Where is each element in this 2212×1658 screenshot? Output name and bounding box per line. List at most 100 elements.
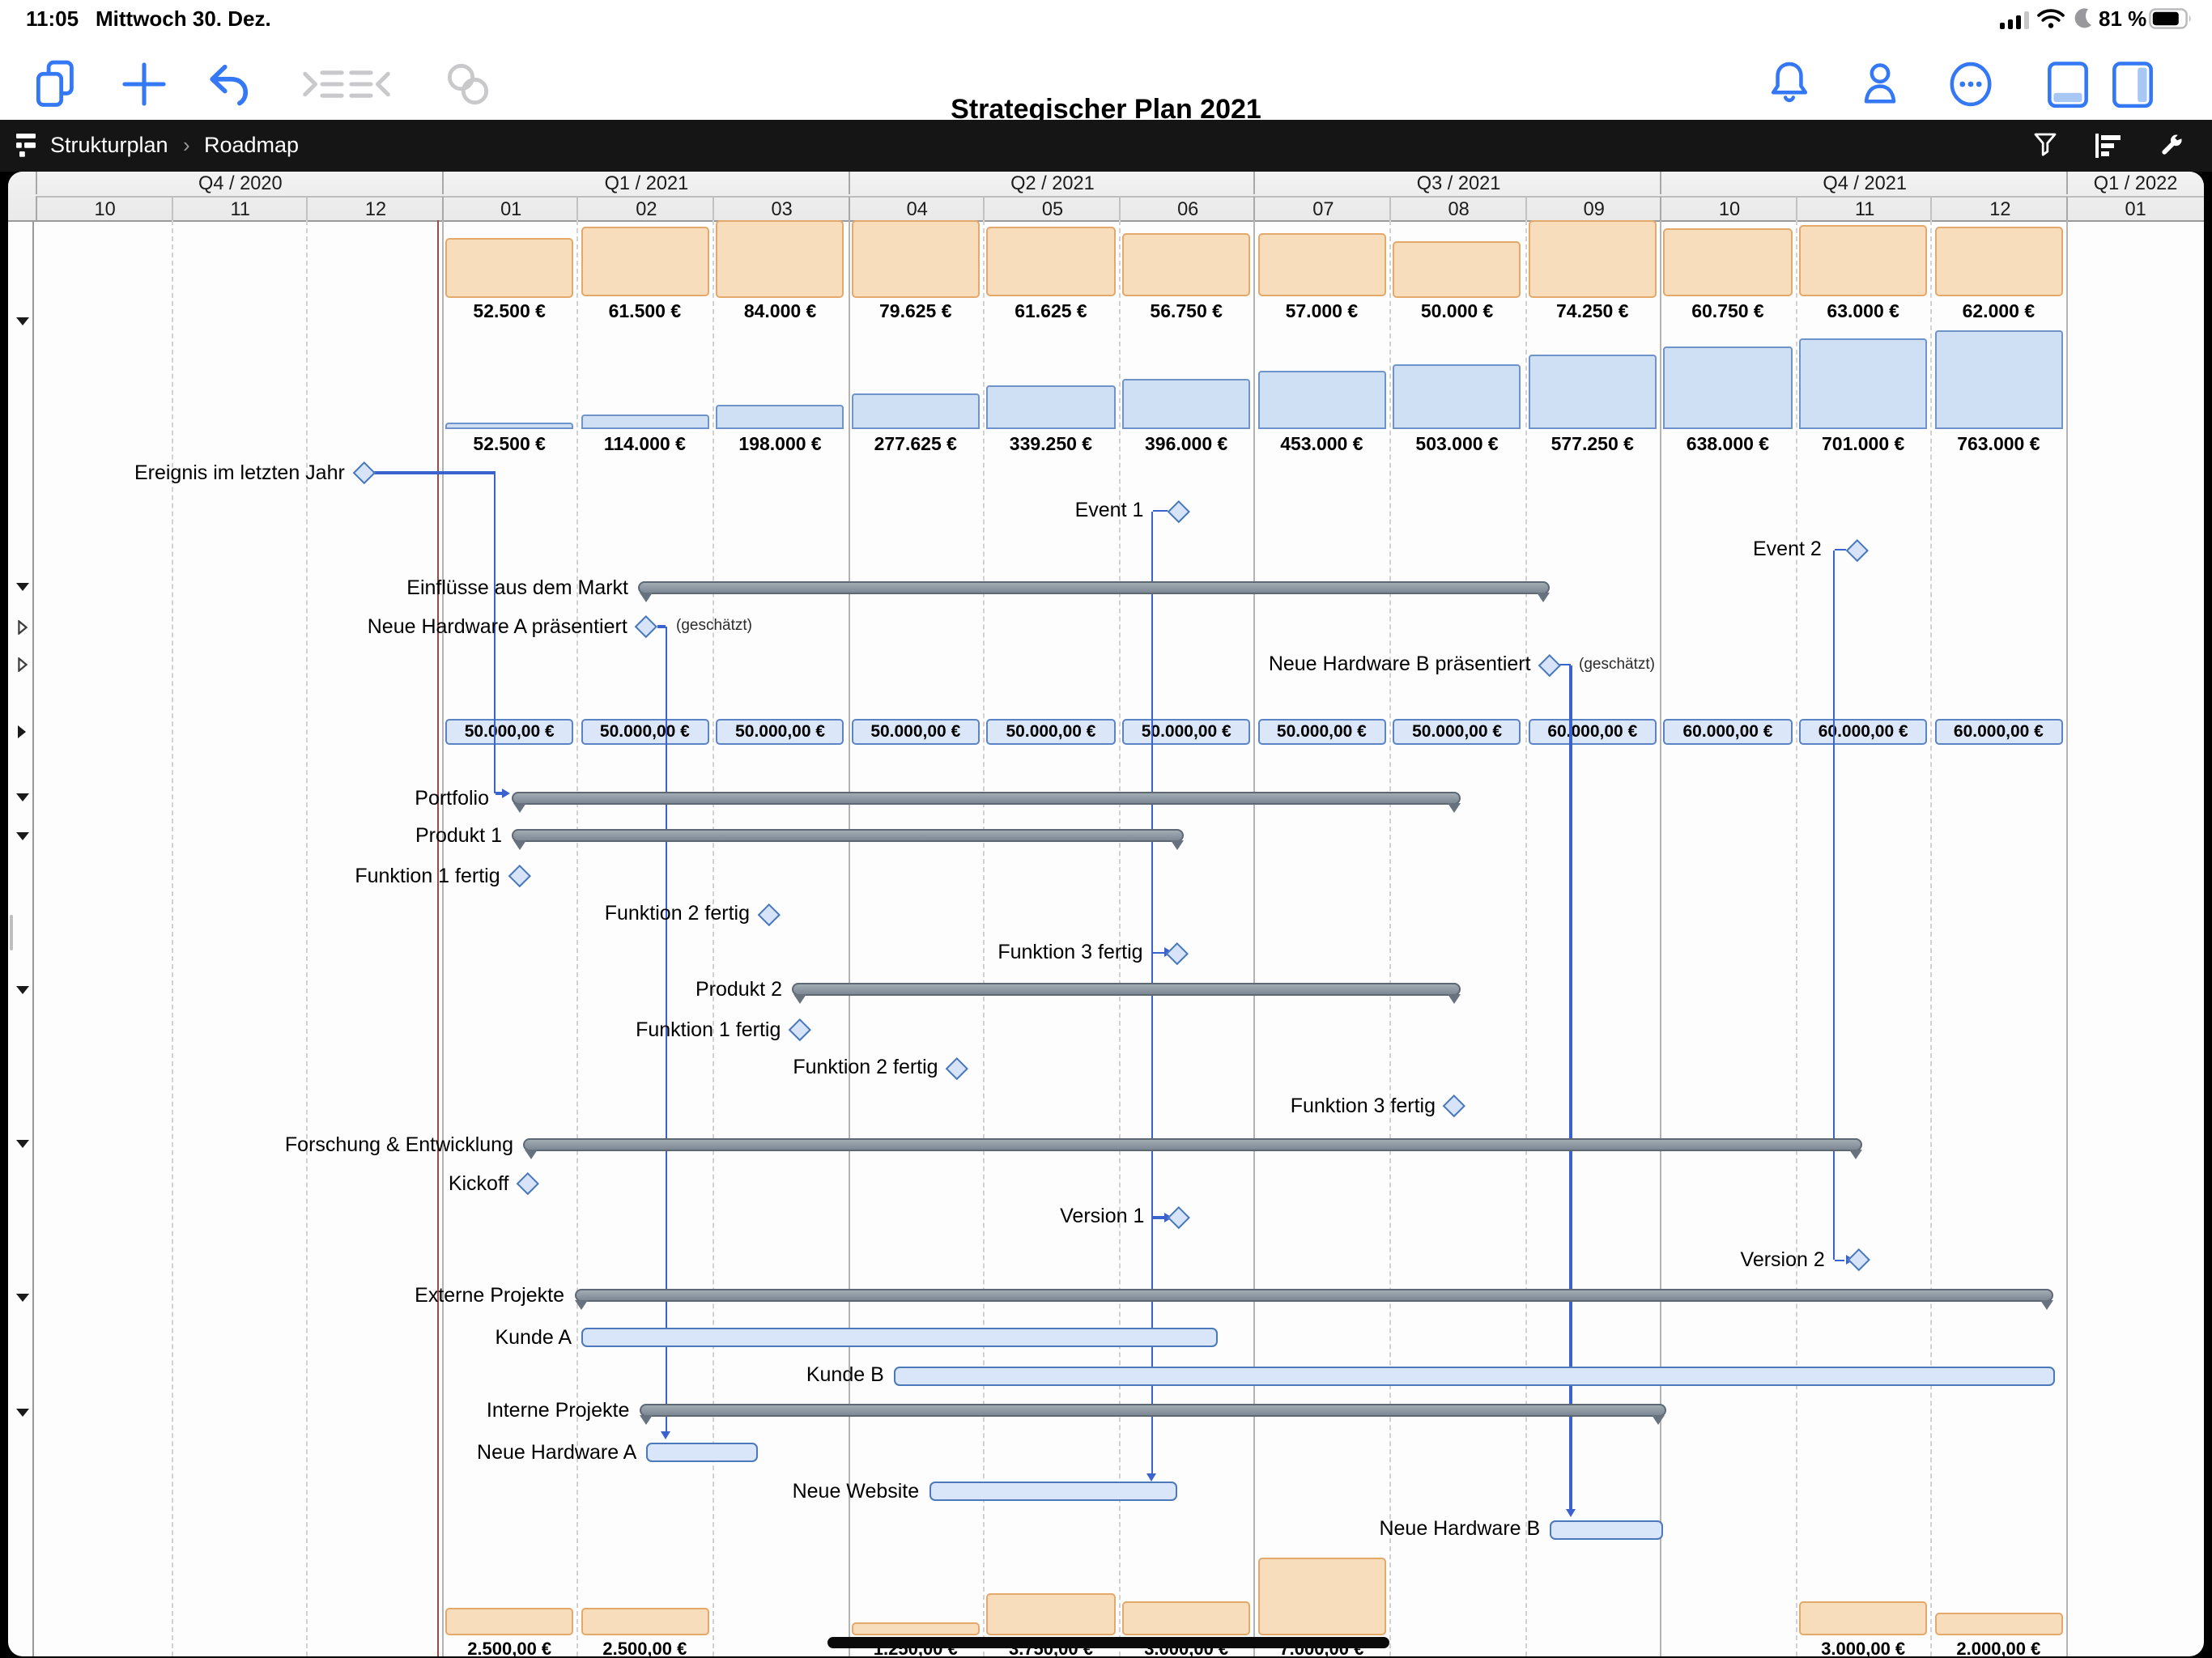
breadcrumb-current[interactable]: Roadmap [204, 132, 299, 156]
budget-cell[interactable]: 60.000,00 € [1664, 719, 1792, 744]
disclosure-triangle[interactable] [16, 832, 29, 840]
milestone-diamond[interactable] [1845, 538, 1868, 561]
cumulative-bar[interactable] [852, 394, 980, 430]
cumulative-bar[interactable] [1529, 355, 1657, 430]
disclosure-triangle[interactable] [18, 619, 28, 634]
wrench-icon[interactable] [2155, 130, 2188, 159]
outdent-icon[interactable] [343, 57, 398, 112]
milestone-diamond[interactable] [789, 1019, 811, 1042]
summary-bar[interactable] [512, 829, 1184, 842]
actual-cost-bar[interactable] [1257, 1557, 1385, 1635]
cumulative-bar[interactable] [581, 415, 708, 430]
milestone-diamond[interactable] [352, 461, 375, 484]
budget-cell[interactable]: 60.000,00 € [1529, 719, 1657, 744]
actual-cost-bar[interactable] [445, 1608, 573, 1636]
budget-cell[interactable]: 50.000,00 € [1393, 719, 1521, 744]
budget-cell[interactable]: 60.000,00 € [1799, 719, 1927, 744]
task-bar[interactable] [894, 1367, 2055, 1386]
milestone-diamond[interactable] [517, 1172, 539, 1195]
disclosure-triangle[interactable] [16, 1141, 29, 1149]
add-icon[interactable] [117, 57, 172, 112]
cost-bar-month[interactable] [445, 238, 573, 298]
task-bar[interactable] [1550, 1520, 1664, 1539]
milestone-diamond[interactable] [1168, 1206, 1190, 1229]
milestone-diamond[interactable] [1848, 1249, 1870, 1272]
milestone-diamond[interactable] [635, 615, 657, 638]
disclosure-triangle[interactable] [18, 725, 26, 738]
disclosure-triangle[interactable] [16, 318, 29, 326]
bell-icon[interactable] [1762, 57, 1817, 112]
budget-cell[interactable]: 50.000,00 € [1257, 719, 1385, 744]
cost-bar-month[interactable] [852, 219, 980, 297]
budget-cell[interactable]: 50.000,00 € [445, 719, 573, 744]
structure-icon[interactable] [15, 130, 47, 159]
cost-bar-month[interactable] [716, 219, 844, 297]
summary-bar[interactable] [638, 580, 1550, 593]
cumulative-bar[interactable] [987, 386, 1115, 430]
scroll-indicator[interactable] [9, 915, 12, 950]
chart-icon[interactable] [2092, 130, 2125, 159]
budget-cell[interactable]: 60.000,00 € [1934, 719, 2062, 744]
person-icon[interactable] [1853, 57, 1908, 112]
cost-bar-month[interactable] [1257, 232, 1385, 297]
cost-bar-month[interactable] [1529, 219, 1657, 297]
cost-bar-month[interactable] [1934, 227, 2062, 297]
cumulative-bar[interactable] [1122, 379, 1250, 430]
milestone-diamond[interactable] [1168, 500, 1190, 522]
task-bar[interactable] [929, 1482, 1178, 1501]
cumulative-bar[interactable] [1799, 339, 1927, 430]
home-indicator[interactable] [827, 1637, 1389, 1648]
summary-bar[interactable] [639, 1403, 1665, 1416]
summary-bar[interactable] [512, 791, 1461, 804]
actual-cost-bar[interactable] [581, 1608, 708, 1636]
disclosure-triangle[interactable] [16, 986, 29, 994]
cost-bar-month[interactable] [1799, 226, 1927, 297]
cumulative-bar[interactable] [1934, 331, 2062, 430]
budget-cell[interactable]: 50.000,00 € [581, 719, 708, 744]
cost-bar-month[interactable] [987, 227, 1115, 297]
cumulative-bar[interactable] [1393, 365, 1521, 430]
actual-cost-bar[interactable] [1934, 1613, 2062, 1636]
summary-bar[interactable] [523, 1137, 1862, 1150]
milestone-diamond[interactable] [1166, 942, 1189, 964]
undo-icon[interactable] [201, 57, 256, 112]
actual-cost-bar[interactable] [1122, 1602, 1250, 1636]
disclosure-triangle[interactable] [16, 1409, 29, 1418]
cumulative-bar[interactable] [445, 423, 573, 430]
cumulative-bar[interactable] [716, 404, 844, 430]
milestone-diamond[interactable] [508, 865, 530, 888]
actual-cost-bar[interactable] [852, 1622, 980, 1635]
cost-bar-month[interactable] [1122, 233, 1250, 297]
actual-cost-bar[interactable] [987, 1593, 1115, 1635]
indent-icon[interactable] [295, 57, 350, 112]
budget-cell[interactable]: 50.000,00 € [1122, 719, 1250, 744]
disclosure-triangle[interactable] [16, 794, 29, 802]
cumulative-bar[interactable] [1664, 347, 1792, 430]
task-bar[interactable] [646, 1443, 758, 1462]
cost-bar-month[interactable] [1664, 228, 1792, 297]
duplicate-icon[interactable] [29, 57, 84, 112]
budget-cell[interactable]: 50.000,00 € [852, 719, 980, 744]
task-bar[interactable] [581, 1329, 1218, 1348]
milestone-diamond[interactable] [946, 1056, 968, 1079]
cumulative-bar[interactable] [1257, 372, 1385, 430]
link-icon[interactable] [440, 57, 496, 112]
actual-cost-bar[interactable] [1799, 1602, 1927, 1636]
cost-bar-month[interactable] [581, 227, 708, 297]
filter-icon[interactable] [2029, 130, 2061, 159]
breadcrumb-root[interactable]: Strukturplan [50, 132, 168, 156]
milestone-diamond[interactable] [1538, 654, 1561, 677]
more-icon[interactable] [1943, 57, 1998, 112]
right-panel-icon[interactable] [2105, 57, 2160, 112]
cost-bar-month[interactable] [1393, 240, 1521, 297]
bottom-panel-icon[interactable] [2040, 57, 2095, 112]
budget-cell[interactable]: 50.000,00 € [716, 719, 844, 744]
disclosure-triangle[interactable] [16, 584, 29, 592]
disclosure-triangle[interactable] [18, 658, 28, 673]
milestone-diamond[interactable] [1443, 1095, 1465, 1118]
disclosure-triangle[interactable] [16, 1295, 29, 1303]
summary-bar[interactable] [574, 1288, 2054, 1301]
budget-cell[interactable]: 50.000,00 € [987, 719, 1115, 744]
summary-bar[interactable] [792, 983, 1461, 996]
milestone-diamond[interactable] [757, 903, 780, 925]
